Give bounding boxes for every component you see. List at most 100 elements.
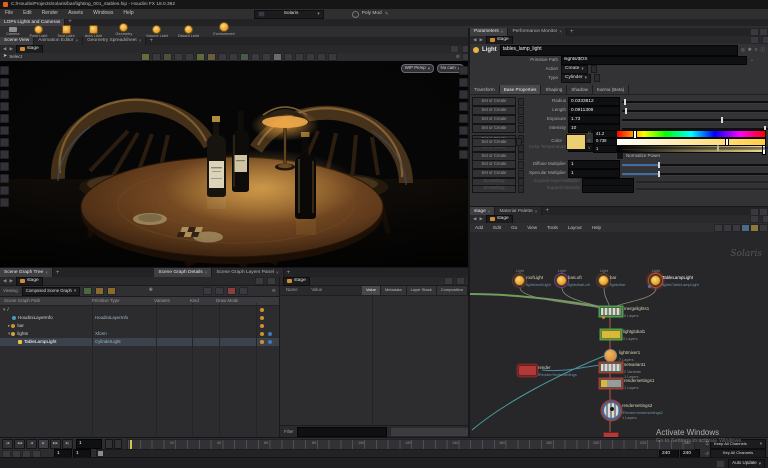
scale-tool-icon[interactable]	[0, 102, 9, 111]
net-toolbar-icon[interactable]	[723, 224, 732, 232]
length-slider[interactable]	[622, 107, 768, 114]
visibility-dot[interactable]	[260, 308, 264, 312]
snap-icon[interactable]	[196, 53, 205, 61]
path-chooser-icon[interactable]: ⌄	[750, 57, 754, 62]
node-name-field[interactable]: tables_lamp_light	[500, 45, 738, 56]
toggle-icon[interactable]	[227, 287, 236, 295]
pane-menu-icon[interactable]	[762, 215, 768, 223]
tool-icon[interactable]	[0, 174, 9, 183]
add-pane-tab-button[interactable]: +	[146, 38, 156, 45]
filter-options-strip[interactable]	[390, 427, 472, 437]
favorites-icon[interactable]: ✱	[748, 47, 752, 52]
parm-grip[interactable]	[518, 116, 524, 124]
add-pane-tab-button[interactable]: +	[284, 270, 294, 277]
menu-file[interactable]: File	[0, 11, 18, 17]
next-key-button[interactable]	[114, 439, 122, 449]
nav-back-icon[interactable]: ◀	[473, 38, 476, 43]
table-row[interactable]: ▸ bar	[0, 322, 279, 330]
close-icon[interactable]: ×	[75, 38, 78, 43]
snap-icon[interactable]	[218, 53, 227, 61]
table-row-selected[interactable]: TableLampLight CylinderLight	[0, 338, 279, 346]
net-toolbar-icon[interactable]	[759, 224, 768, 232]
length-field[interactable]: 0.0911306	[568, 106, 620, 115]
key-icon[interactable]: ⚿	[706, 441, 710, 446]
net-menu-go[interactable]: Go	[506, 225, 522, 230]
tree-filter-icon[interactable]	[107, 287, 116, 295]
tool-icon[interactable]	[0, 150, 9, 159]
snap-icon[interactable]	[141, 53, 150, 61]
visibility-dot[interactable]	[260, 316, 264, 320]
node-tablelamplight[interactable]: Light TableLampLight lights/TableLampLig…	[650, 275, 661, 286]
nav-back-icon[interactable]: ◀	[3, 279, 6, 284]
pane-menu-icon[interactable]	[267, 277, 276, 285]
handle-tool-icon[interactable]	[0, 114, 9, 123]
prim-path-field[interactable]: /lights/$OS	[561, 56, 747, 65]
desktop-selector[interactable]: Solaris ▾	[254, 10, 324, 19]
viewport-persp-pill[interactable]: WIP Persp ▾	[401, 64, 434, 73]
col-scene-graph-path[interactable]: Scene Graph Path	[4, 299, 92, 304]
display-option-icon[interactable]	[459, 150, 468, 159]
play-reverse-button[interactable]: ◀	[26, 439, 37, 449]
expand-icon[interactable]: ▾	[8, 331, 10, 336]
tab-shaping[interactable]: Shaping	[541, 85, 567, 94]
tool-icon[interactable]	[0, 138, 9, 147]
network-canvas[interactable]: Solaris Light roofLight lights/roofLight…	[470, 232, 768, 437]
snap-icon[interactable]	[185, 53, 194, 61]
parm-grip[interactable]	[594, 74, 600, 82]
move-tool-icon[interactable]	[0, 78, 9, 87]
update-mode-dropdown[interactable]: Auto Update ▾	[728, 459, 765, 468]
net-toolbar-icon[interactable]	[714, 224, 723, 232]
visibility-dot[interactable]	[260, 324, 264, 328]
jump-start-button[interactable]: |◀	[2, 439, 13, 449]
pin-icon[interactable]	[750, 36, 759, 44]
close-icon[interactable]: ×	[488, 209, 491, 214]
gear-icon[interactable]: ⚙	[272, 288, 276, 293]
menu-assets[interactable]: Assets	[63, 11, 88, 17]
search-icon[interactable]: ◎	[741, 47, 745, 52]
parm-grip[interactable]	[518, 170, 524, 178]
spare-parms-icon[interactable]: ≡	[755, 47, 758, 52]
path-stage-chip[interactable]: stage	[283, 277, 310, 286]
rotate-tool-icon[interactable]	[0, 90, 9, 99]
close-icon[interactable]: ×	[205, 270, 208, 275]
col-variants[interactable]: Variants	[154, 299, 190, 304]
snap-icon[interactable]	[306, 53, 315, 61]
snap-icon[interactable]	[229, 53, 238, 61]
add-pane-tab-button[interactable]: +	[542, 208, 552, 215]
snap-icon[interactable]	[174, 53, 183, 61]
nav-forward-icon[interactable]: ▶	[479, 38, 482, 43]
nav-back-icon[interactable]: ◀	[473, 217, 476, 222]
display-option-icon[interactable]	[459, 78, 468, 87]
play-button[interactable]: ▶	[38, 439, 49, 449]
col-kind[interactable]: Kind	[190, 299, 216, 304]
add-pane-tab-button[interactable]: +	[567, 29, 577, 36]
snap-icon[interactable]	[317, 53, 326, 61]
tab-performance-monitor[interactable]: Performance Monitor×	[508, 28, 566, 36]
node-rendersettings2[interactable]: rendersettings2 /Render/rendersettings2 …	[602, 401, 621, 420]
display-option-icon[interactable]	[459, 90, 468, 99]
tool-icon[interactable]	[0, 162, 9, 171]
snap-icon[interactable]	[295, 53, 304, 61]
snap-icon[interactable]	[273, 53, 282, 61]
nav-forward-icon[interactable]: ▶	[9, 279, 12, 284]
select-arrow-icon[interactable]: ➤	[3, 54, 7, 60]
exposure-field[interactable]: 1.73	[568, 115, 620, 124]
viewing-dropdown[interactable]: Composed Scene Graph ▾	[22, 287, 80, 296]
parm-grip[interactable]	[518, 98, 524, 106]
tab-metadata[interactable]: Metadata	[381, 286, 407, 295]
node-lightglobal[interactable]: lightglobal1 5 Layers	[601, 330, 621, 339]
expand-icon[interactable]: ▾	[3, 307, 5, 312]
parm-mode-dropdown[interactable]: Set or Create	[472, 160, 516, 169]
pane-menu-icon[interactable]	[456, 277, 465, 285]
net-menu-tools[interactable]: Tools	[542, 225, 563, 230]
col-primitive-type[interactable]: Primitive Type	[92, 299, 154, 304]
net-menu-view[interactable]: View	[522, 225, 542, 230]
viewport[interactable]: WIP Persp ▾ No cam ▾	[0, 61, 468, 267]
net-toolbar-icon[interactable]	[732, 224, 741, 232]
parm-mode-dropdown[interactable]: Set or Create	[472, 97, 516, 106]
snap-icon[interactable]	[262, 53, 271, 61]
tab-base-properties[interactable]: Base Properties	[500, 85, 542, 94]
node-setvariant[interactable]: setvariant1 2 Variants 1 Layers	[600, 363, 622, 372]
net-toolbar-icon[interactable]	[741, 224, 750, 232]
node-bar[interactable]: Light bar lights/bar	[598, 275, 609, 286]
